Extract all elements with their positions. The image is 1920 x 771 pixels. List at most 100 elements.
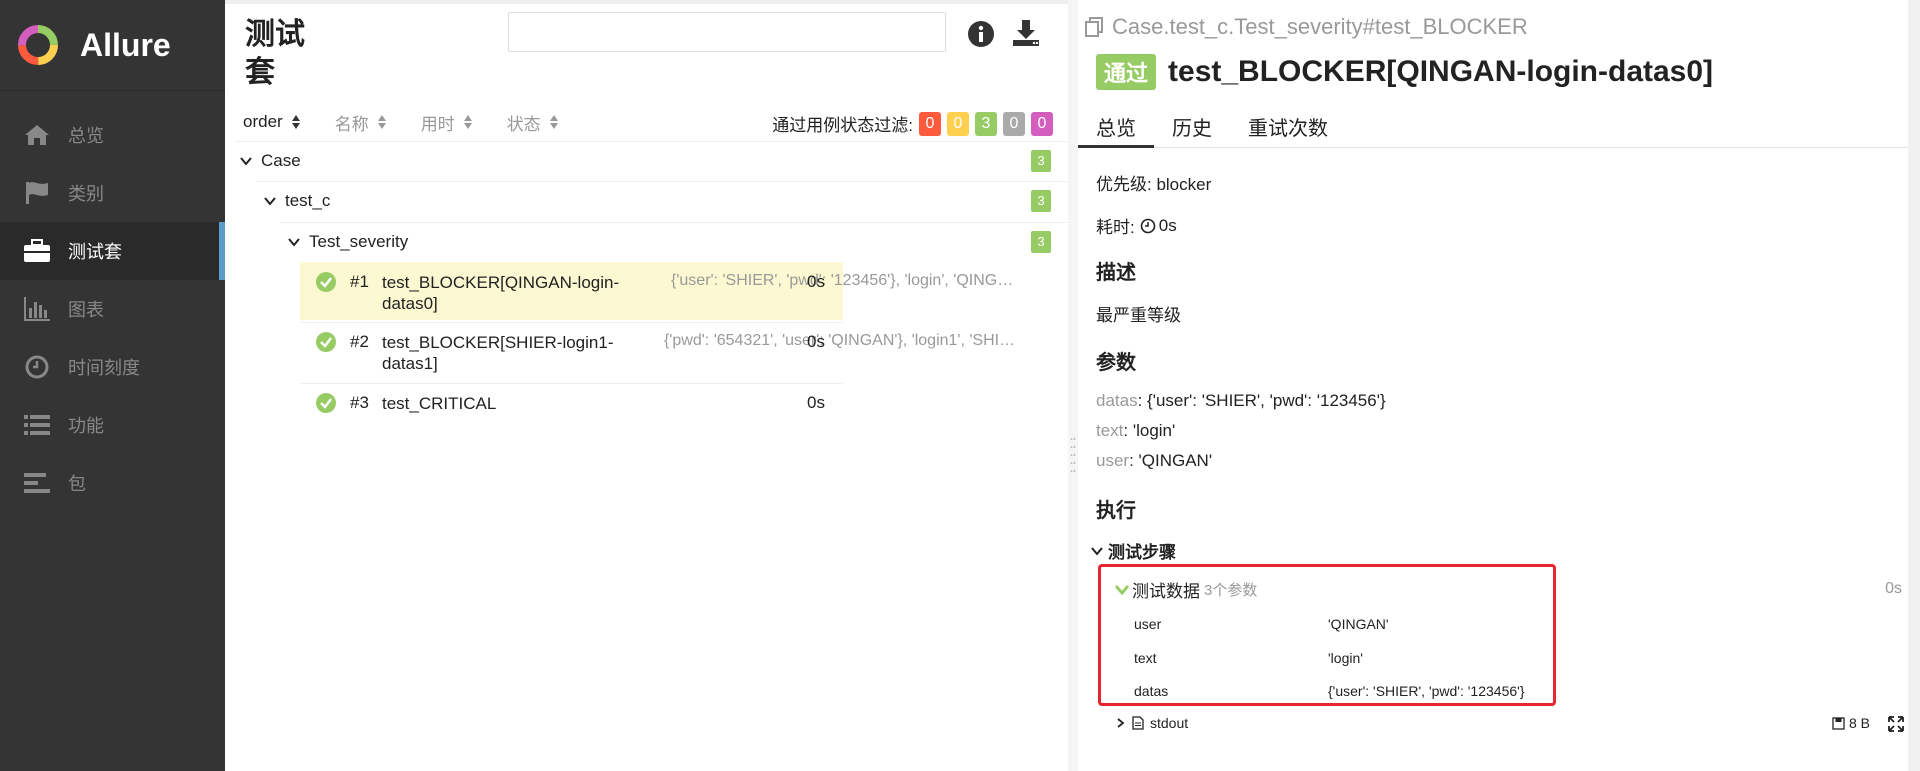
case-params: {'user': 'SHIER', 'pwd': '123456'}, 'log… xyxy=(671,272,1021,289)
tree-node-test-c[interactable]: test_c 3 xyxy=(263,181,1068,221)
tab-retries[interactable]: 重试次数 xyxy=(1230,104,1346,148)
nav-item-overview[interactable]: 总览 xyxy=(0,106,225,164)
tree-node-label: test_c xyxy=(285,191,331,210)
title-row: 通过 test_BLOCKER[QINGAN-login-datas0] xyxy=(1096,54,1713,90)
page-title: 测试套 xyxy=(245,18,305,89)
nav-item-timeline[interactable]: 时间刻度 xyxy=(0,338,225,396)
nav-item-packages[interactable]: 包 xyxy=(0,454,225,512)
chevron-right-icon xyxy=(1117,718,1125,728)
search-input[interactable] xyxy=(508,12,946,52)
sort-by-name[interactable]: 名称 xyxy=(335,110,387,135)
case-name: test_CRITICAL xyxy=(382,394,497,413)
tab-overview[interactable]: 总览 xyxy=(1078,104,1154,148)
param-key: datas xyxy=(1096,391,1138,410)
align-left-icon xyxy=(22,468,52,498)
chevron-down-icon xyxy=(264,197,276,206)
attachment-size: 8 B xyxy=(1832,715,1870,731)
tree-node-test-severity[interactable]: Test_severity 3 xyxy=(287,222,1068,262)
nav-label: 时间刻度 xyxy=(68,358,140,378)
nav-item-suites[interactable]: 测试套 xyxy=(0,222,225,280)
allure-logo-icon xyxy=(18,25,58,65)
param-value: : 'login' xyxy=(1123,421,1176,440)
file-text-icon xyxy=(1132,716,1144,730)
passed-check-icon xyxy=(316,393,336,413)
case-name: test_BLOCKER[SHIER-login1-datas1] xyxy=(382,333,614,373)
chevron-down-icon xyxy=(240,157,252,166)
scrollbar[interactable] xyxy=(1908,0,1920,771)
tree-node-count: 3 xyxy=(1031,190,1051,212)
filter-skipped-badge[interactable]: 0 xyxy=(1003,111,1025,136)
download-icon[interactable] xyxy=(1011,18,1041,48)
case-name: test_BLOCKER[QINGAN-login-datas0] xyxy=(382,273,620,313)
nav-item-behaviors[interactable]: 功能 xyxy=(0,396,225,454)
execution-heading: 执行 xyxy=(1096,500,1136,522)
param-value: : 'QINGAN' xyxy=(1129,451,1213,470)
sort-by-status[interactable]: 状态 xyxy=(507,110,559,135)
test-case-row[interactable]: #1 test_BLOCKER[QINGAN-login-datas0] {'u… xyxy=(300,262,1021,320)
clock-icon xyxy=(22,352,52,382)
chevron-down-icon xyxy=(1114,584,1130,595)
tree-node-case[interactable]: Case 3 xyxy=(239,141,1068,181)
chevron-down-icon xyxy=(288,238,300,247)
duration: 耗时: 0s xyxy=(1096,213,1177,238)
case-number: #1 xyxy=(350,272,369,291)
step-param-key: user xyxy=(1134,616,1162,632)
info-icon[interactable] xyxy=(967,20,995,48)
filter-unknown-badge[interactable]: 0 xyxy=(1031,111,1053,136)
case-params: {'pwd': '654321', 'user': 'QINGAN'}, 'lo… xyxy=(664,332,1020,349)
step-param-key: text xyxy=(1134,650,1157,666)
filter-failed-badge[interactable]: 0 xyxy=(919,111,941,136)
case-duration: 0s xyxy=(807,272,825,291)
attachment-row[interactable]: stdout xyxy=(1114,715,1188,731)
pane-top-border xyxy=(225,0,1068,4)
step-duration: 0s xyxy=(1885,580,1902,597)
list-icon xyxy=(22,410,52,440)
step-row[interactable]: 测试数据 3个参数 xyxy=(1114,577,1257,602)
test-case-row[interactable]: #3 test_CRITICAL 0s xyxy=(300,383,843,423)
home-icon xyxy=(22,120,52,150)
allure-report: Allure 总览 类别 测试套 图表 时间刻度 功能 包 测试套 order … xyxy=(0,0,1920,771)
briefcase-icon xyxy=(22,236,52,266)
description-heading: 描述 xyxy=(1096,262,1136,284)
nav-menu: 总览 类别 测试套 图表 时间刻度 功能 包 xyxy=(0,106,225,512)
param-row: text: 'login' xyxy=(1096,421,1175,441)
steps-toggle[interactable]: 测试步骤 xyxy=(1090,538,1176,563)
nav-label: 包 xyxy=(68,474,86,494)
sort-by-order[interactable]: order xyxy=(243,112,301,132)
params-heading: 参数 xyxy=(1096,352,1136,374)
nav-label: 图表 xyxy=(68,300,104,320)
duration-value: 0s xyxy=(1158,215,1177,235)
sort-label: order xyxy=(243,112,283,131)
chevron-down-icon xyxy=(1091,546,1103,556)
passed-check-icon xyxy=(316,332,336,352)
step-param-value: 'QINGAN' xyxy=(1328,616,1389,632)
nav-item-graphs[interactable]: 图表 xyxy=(0,280,225,338)
sort-by-duration[interactable]: 用时 xyxy=(421,110,473,135)
description-text: 最严重等级 xyxy=(1096,306,1181,325)
tree-node-count: 3 xyxy=(1031,150,1051,172)
status-badge: 通过 xyxy=(1096,54,1157,90)
tab-history[interactable]: 历史 xyxy=(1154,104,1230,148)
bar-chart-icon xyxy=(22,294,52,324)
expand-icon[interactable] xyxy=(1888,716,1904,732)
nav-item-categories[interactable]: 类别 xyxy=(0,164,225,222)
attachment-name: stdout xyxy=(1150,715,1189,731)
nav-label: 总览 xyxy=(68,126,104,146)
status-filter: 通过用例状态过滤: 0 0 3 0 0 xyxy=(772,111,1053,136)
sort-icon xyxy=(463,115,472,129)
param-key: text xyxy=(1096,421,1124,440)
clock-icon xyxy=(1140,218,1156,233)
tree-node-count: 3 xyxy=(1031,231,1051,253)
brand[interactable]: Allure xyxy=(0,0,225,91)
filter-broken-badge[interactable]: 0 xyxy=(947,111,969,136)
case-duration: 0s xyxy=(807,393,825,412)
step-param-key: datas xyxy=(1134,683,1169,699)
drag-handle-icon[interactable] xyxy=(1070,435,1076,475)
status-filter-label: 通过用例状态过滤: xyxy=(772,116,913,135)
tree-node-label: Test_severity xyxy=(309,232,409,251)
copy-icon[interactable] xyxy=(1084,16,1106,38)
pane-splitter[interactable] xyxy=(1068,0,1078,771)
sort-label: 名称 xyxy=(334,114,369,134)
filter-passed-badge[interactable]: 3 xyxy=(975,111,997,136)
test-case-row[interactable]: #2 test_BLOCKER[SHIER-login1-datas1] {'p… xyxy=(300,322,1020,382)
